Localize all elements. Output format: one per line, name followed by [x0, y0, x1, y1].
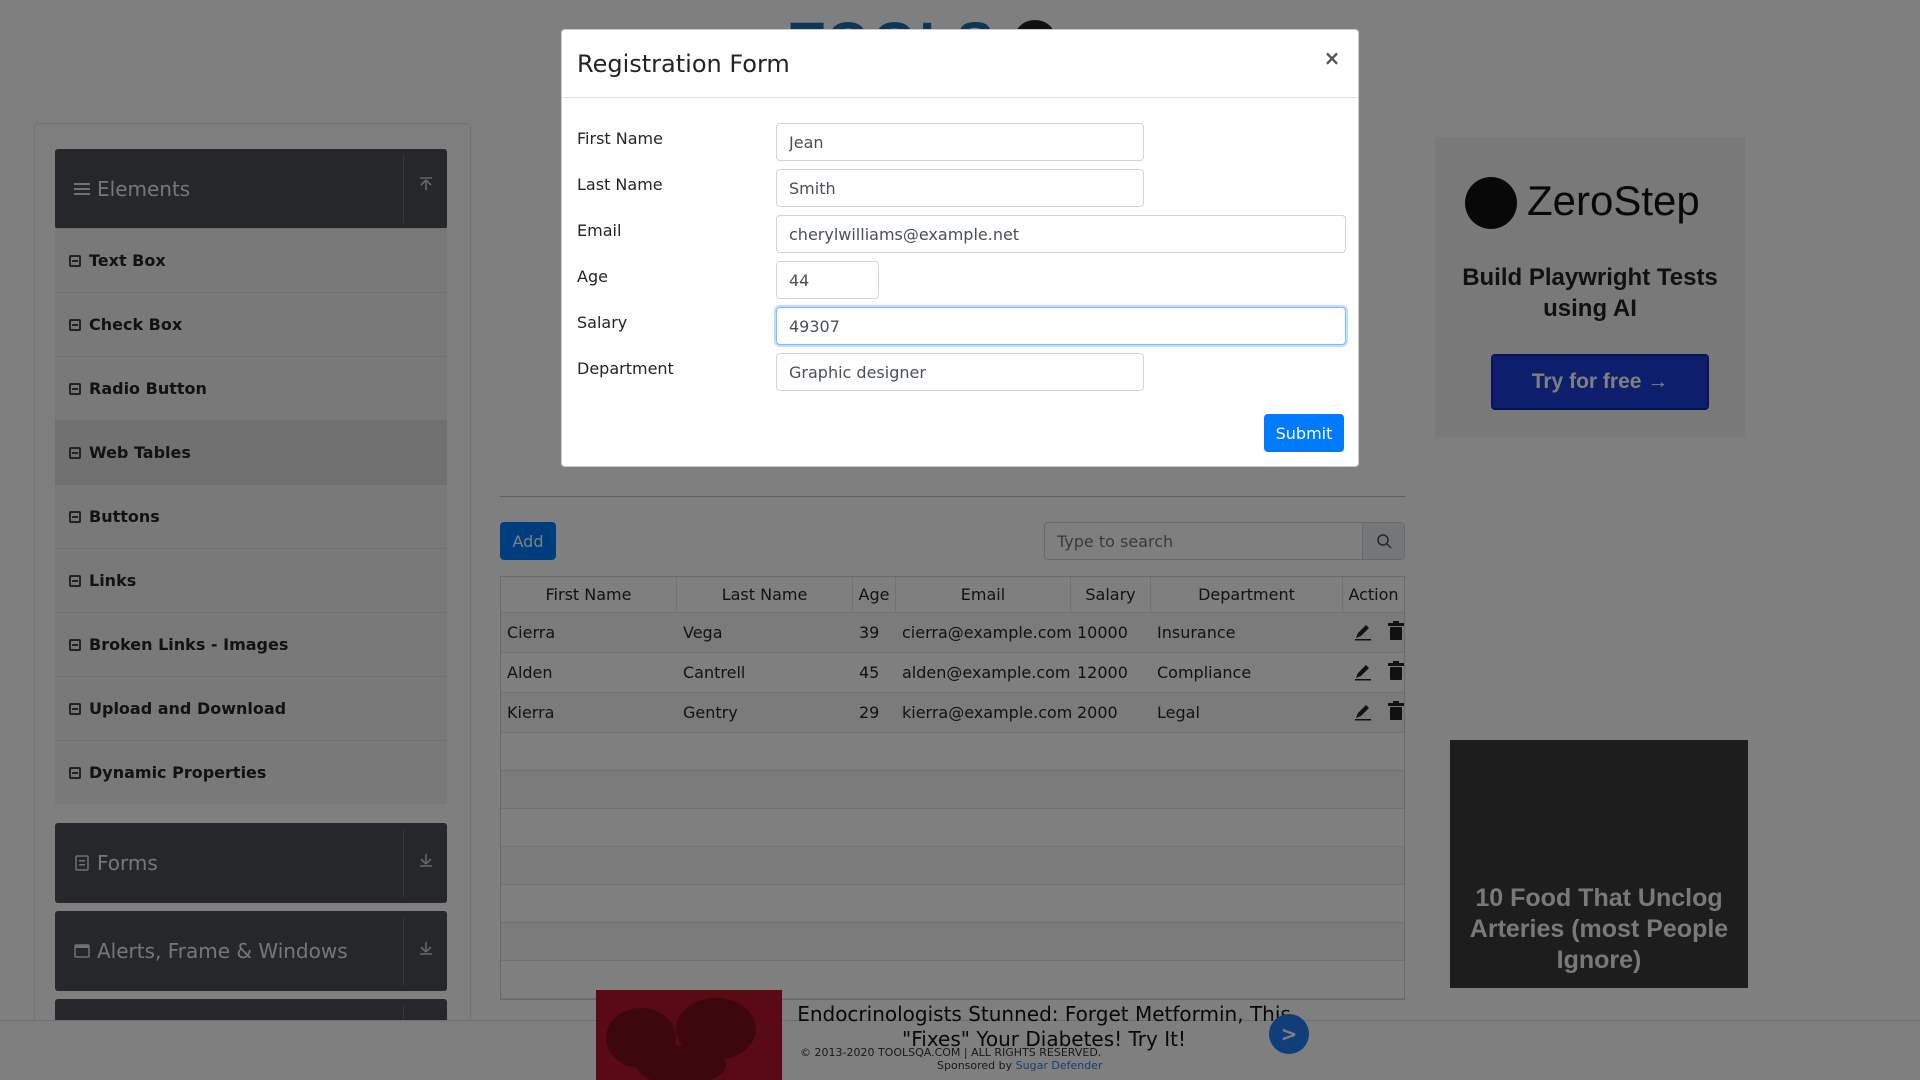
email-label: Email [577, 221, 622, 240]
last-name-label: Last Name [577, 175, 663, 194]
close-button[interactable]: × [1320, 46, 1344, 70]
first-name-input[interactable] [776, 123, 1144, 161]
form-row-last-name: Last Name [577, 169, 1347, 207]
first-name-label: First Name [577, 129, 663, 148]
department-input[interactable] [776, 353, 1144, 391]
form-row-email: Email [577, 215, 1347, 253]
email-input[interactable] [776, 215, 1346, 253]
department-label: Department [577, 359, 674, 378]
modal-header: Registration Form × [562, 30, 1358, 98]
form-row-department: Department [577, 353, 1347, 391]
form-row-salary: Salary [577, 307, 1347, 345]
submit-button[interactable]: Submit [1264, 414, 1344, 452]
age-input[interactable] [776, 261, 879, 299]
last-name-input[interactable] [776, 169, 1144, 207]
salary-label: Salary [577, 313, 628, 332]
salary-input[interactable] [776, 307, 1346, 345]
form-row-age: Age [577, 261, 1347, 299]
registration-modal: Registration Form × First Name Last Name… [561, 29, 1359, 467]
modal-title: Registration Form [577, 50, 790, 78]
age-label: Age [577, 267, 608, 286]
form-row-first-name: First Name [577, 123, 1347, 161]
